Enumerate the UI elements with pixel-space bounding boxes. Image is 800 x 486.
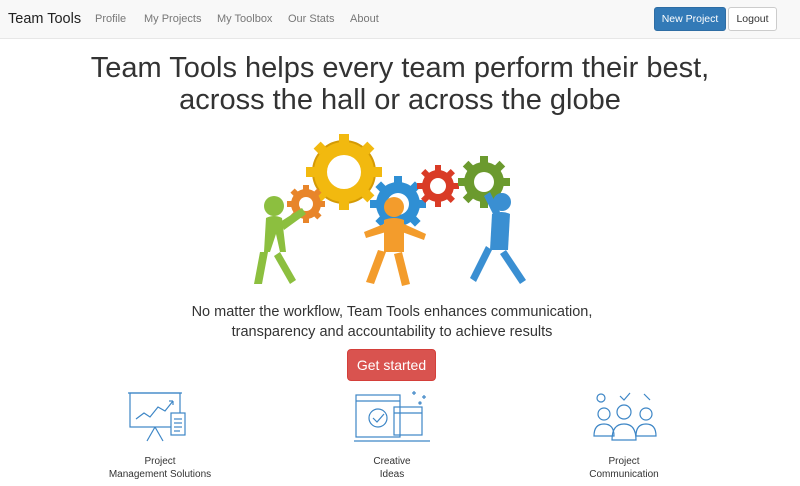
brand-logo-text[interactable]: Team Tools [8,11,81,27]
feature-label-creative-ideas: Creative Ideas [312,455,472,481]
feature-label-line-2: Management Solutions [108,469,212,480]
red-gear-icon [417,165,459,207]
feature-label-line-2: Ideas [379,469,405,480]
logout-button[interactable]: Logout [728,7,777,31]
nav-link-profile[interactable]: Profile [95,13,126,25]
teamwork-gears-illustration [254,134,526,286]
tagline: No matter the workflow, Team Tools enhan… [0,302,784,342]
nav-link-my-projects[interactable]: My Projects [144,13,201,25]
new-project-button[interactable]: New Project [654,7,726,31]
blue-figure-icon [470,192,526,284]
get-started-button[interactable]: Get started [347,349,436,381]
tagline-line-2: transparency and accountability to achie… [231,324,553,340]
headline-line-2: across the hall or across the globe [179,84,621,116]
tagline-line-1: No matter the workflow, Team Tools enhan… [191,304,593,320]
nav-link-our-stats[interactable]: Our Stats [288,13,334,25]
team-communication-icon [593,392,657,441]
feature-label-line-1: Project [144,456,176,467]
feature-label-line-1: Project [608,456,640,467]
nav-link-my-toolbox[interactable]: My Toolbox [217,13,272,25]
feature-label-project-communication: Project Communication [544,455,704,481]
feature-label-project-management: Project Management Solutions [80,455,240,481]
feature-label-line-2: Communication [589,469,659,480]
feature-label-line-1: Creative [373,456,411,467]
nav-link-about[interactable]: About [350,13,379,25]
creative-ideas-icon [354,391,430,442]
presentation-board-icon [128,392,186,442]
top-navbar: Team Tools Profile My Projects My Toolbo… [0,0,800,39]
headline-line-1: Team Tools helps every team perform thei… [90,52,710,84]
page-headline: Team Tools helps every team perform thei… [0,52,800,116]
